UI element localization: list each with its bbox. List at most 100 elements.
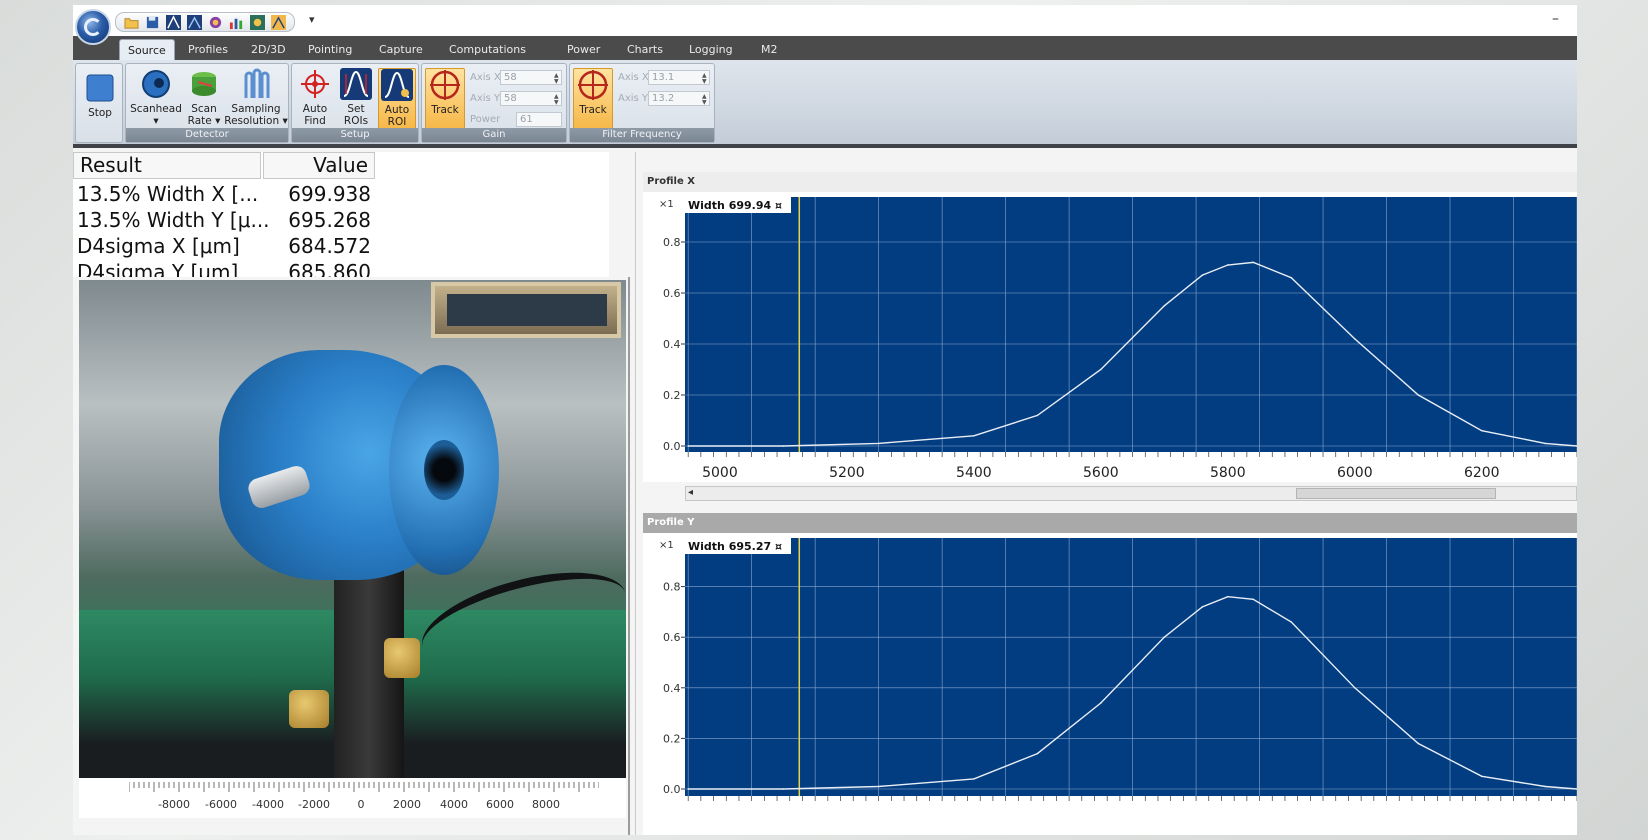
- gain-axis-y-input[interactable]: 58: [500, 91, 562, 106]
- tab-capture[interactable]: Capture: [371, 39, 431, 60]
- gain-axis-x-input[interactable]: 58: [500, 70, 562, 85]
- stop-button[interactable]: Stop: [81, 72, 119, 119]
- profile-y-plot[interactable]: 0.8 0.6 0.4 0.2 0.0 ×1 Width 695.27 ¤: [643, 533, 1577, 835]
- data-point: [1544, 785, 1547, 788]
- filter-axis-y-field[interactable]: Axis Y 13.2 ▲▼: [618, 91, 710, 106]
- camera-axis: -8000 -6000 -4000 -2000 0 2000 4000 6000…: [79, 778, 626, 818]
- data-point: [1480, 429, 1483, 432]
- brass-knob: [289, 690, 329, 728]
- app-menu-button[interactable]: [75, 9, 111, 45]
- data-point: [1100, 368, 1102, 371]
- camera-tick-label: -2000: [298, 798, 330, 811]
- x-tick-label: 5400: [956, 465, 992, 481]
- y-tick-label: 0.6: [663, 631, 681, 644]
- auto-find-button[interactable]: Auto Find: [296, 68, 334, 127]
- gain-group: Track Axis X 58 ▲▼ Axis Y 58 ▲▼ Power 61…: [421, 63, 567, 143]
- gain-power-field[interactable]: Power 61: [470, 112, 562, 127]
- auto-profile-icon[interactable]: [269, 14, 288, 30]
- sampling-label: Sampling: [231, 103, 281, 115]
- y-tick-label: 0.4: [663, 682, 681, 695]
- gain-group-label: Gain: [422, 128, 566, 142]
- gain-axis-y-label: Axis Y: [470, 93, 501, 104]
- width-label: Width 695.27 ¤: [688, 540, 782, 553]
- scan-rate-label: Scan: [191, 103, 217, 115]
- gain-axis-x-field[interactable]: Axis X 58 ▲▼: [470, 70, 562, 85]
- profile-y-chart[interactable]: 0.8 0.6 0.4 0.2 0.0 ×1 Width 695.27 ¤: [643, 533, 1577, 835]
- tab-m2[interactable]: M2: [753, 39, 786, 60]
- y-tick-label: 0.4: [663, 338, 681, 351]
- scanhead-dropdown: ▾: [153, 115, 159, 127]
- scroll-left-icon[interactable]: ◂: [688, 487, 693, 498]
- filter-track-button[interactable]: Track: [573, 68, 613, 130]
- open-folder-icon[interactable]: [122, 14, 141, 30]
- tab-computations[interactable]: Computations: [441, 39, 534, 60]
- ribbon-tabs: Source Profiles 2D/3D Pointing Capture C…: [73, 36, 1577, 60]
- data-point: [877, 442, 880, 445]
- data-point: [973, 778, 975, 780]
- data-point: [1227, 264, 1229, 266]
- filter-axis-x-input[interactable]: 13.1: [648, 70, 710, 85]
- gain-axis-y-field[interactable]: Axis Y 58 ▲▼: [470, 91, 562, 106]
- result-name: 13.5% Width Y [μ...: [77, 208, 270, 232]
- scan-rate-button[interactable]: Scan Rate ▾: [186, 68, 222, 127]
- profile-x-plot[interactable]: 0.8 0.6 0.4 0.2 0.0 ×1 Width 699.94 ¤ 5000 5200 5…: [643, 192, 1577, 492]
- record-icon[interactable]: [206, 14, 225, 30]
- profile-a-icon[interactable]: [164, 14, 183, 30]
- gain-power-input[interactable]: 61: [516, 112, 562, 127]
- gain-track-button[interactable]: Track: [425, 68, 465, 130]
- data-point: [1252, 261, 1255, 264]
- data-point: [1417, 742, 1420, 745]
- detector-group: Scanhead ▾ Scan Rate ▾ Sampling Resoluti…: [125, 63, 289, 143]
- stop-group: Stop: [75, 63, 123, 143]
- data-point: [1290, 621, 1293, 623]
- camera-tick-label: 6000: [486, 798, 514, 811]
- camera-tick-label: 8000: [532, 798, 560, 811]
- data-point: [1201, 606, 1204, 608]
- scanhead-aperture: [424, 440, 464, 500]
- data-point: [1544, 442, 1547, 445]
- auto-roi-button[interactable]: Auto ROI: [378, 68, 416, 130]
- data-point: [877, 785, 880, 788]
- results-table: Result Value 13.5% Width X [... 699.938 …: [73, 152, 609, 277]
- filter-axis-x-field[interactable]: Axis X 13.1 ▲▼: [618, 70, 710, 85]
- resolution-dropdown: Resolution ▾: [224, 115, 288, 127]
- data-point: [1163, 304, 1166, 307]
- gain-power-label: Power: [470, 114, 501, 125]
- filter-frequency-group: Track Axis X 13.1 ▲▼ Axis Y 13.2 ▲▼ Filt…: [569, 63, 715, 143]
- tab-charts[interactable]: Charts: [619, 39, 671, 60]
- set-rois-icon: [340, 68, 372, 100]
- app-logo-icon: [84, 18, 102, 36]
- profile-x-chart[interactable]: 0.8 0.6 0.4 0.2 0.0 ×1 Width 699.94 ¤ 5000 5200 5…: [643, 192, 1577, 482]
- tab-2d3d[interactable]: 2D/3D: [243, 39, 294, 60]
- value-column-header[interactable]: Value: [263, 152, 375, 179]
- result-value: 699.938: [288, 182, 371, 206]
- scanhead-button[interactable]: Scanhead ▾: [128, 68, 184, 127]
- customize-toolbar-button[interactable]: ▾: [309, 13, 315, 26]
- tab-source[interactable]: Source: [119, 39, 175, 60]
- data-point: [1353, 338, 1356, 340]
- scroll-thumb[interactable]: [1296, 488, 1496, 499]
- grid-icon[interactable]: [248, 14, 267, 30]
- sampling-resolution-button[interactable]: Sampling Resolution ▾: [224, 68, 288, 127]
- splitter[interactable]: [628, 277, 630, 835]
- scale-label: ×1: [659, 199, 674, 210]
- profile-x-scrollbar[interactable]: ◂: [685, 486, 1577, 501]
- profile-b-icon[interactable]: [185, 14, 204, 30]
- tab-logging[interactable]: Logging: [681, 39, 741, 60]
- bar-chart-icon[interactable]: [227, 14, 246, 30]
- camera-view[interactable]: [79, 280, 626, 778]
- save-icon[interactable]: [143, 14, 162, 30]
- set-rois-button[interactable]: Set ROIs: [338, 68, 374, 127]
- result-column-header[interactable]: Result: [73, 152, 261, 179]
- filter-axis-y-input[interactable]: 13.2: [648, 91, 710, 106]
- width-label: Width 699.94 ¤: [688, 199, 782, 212]
- data-point: [1036, 414, 1039, 417]
- data-point: [687, 445, 689, 447]
- tab-pointing[interactable]: Pointing: [300, 39, 360, 60]
- tab-profiles[interactable]: Profiles: [180, 39, 236, 60]
- tab-power[interactable]: Power: [559, 39, 608, 60]
- camera-tick-label: 2000: [393, 798, 421, 811]
- y-tick-label: 0.0: [663, 440, 681, 453]
- track-target-icon: [430, 70, 460, 100]
- minimize-button[interactable]: –: [1552, 11, 1559, 27]
